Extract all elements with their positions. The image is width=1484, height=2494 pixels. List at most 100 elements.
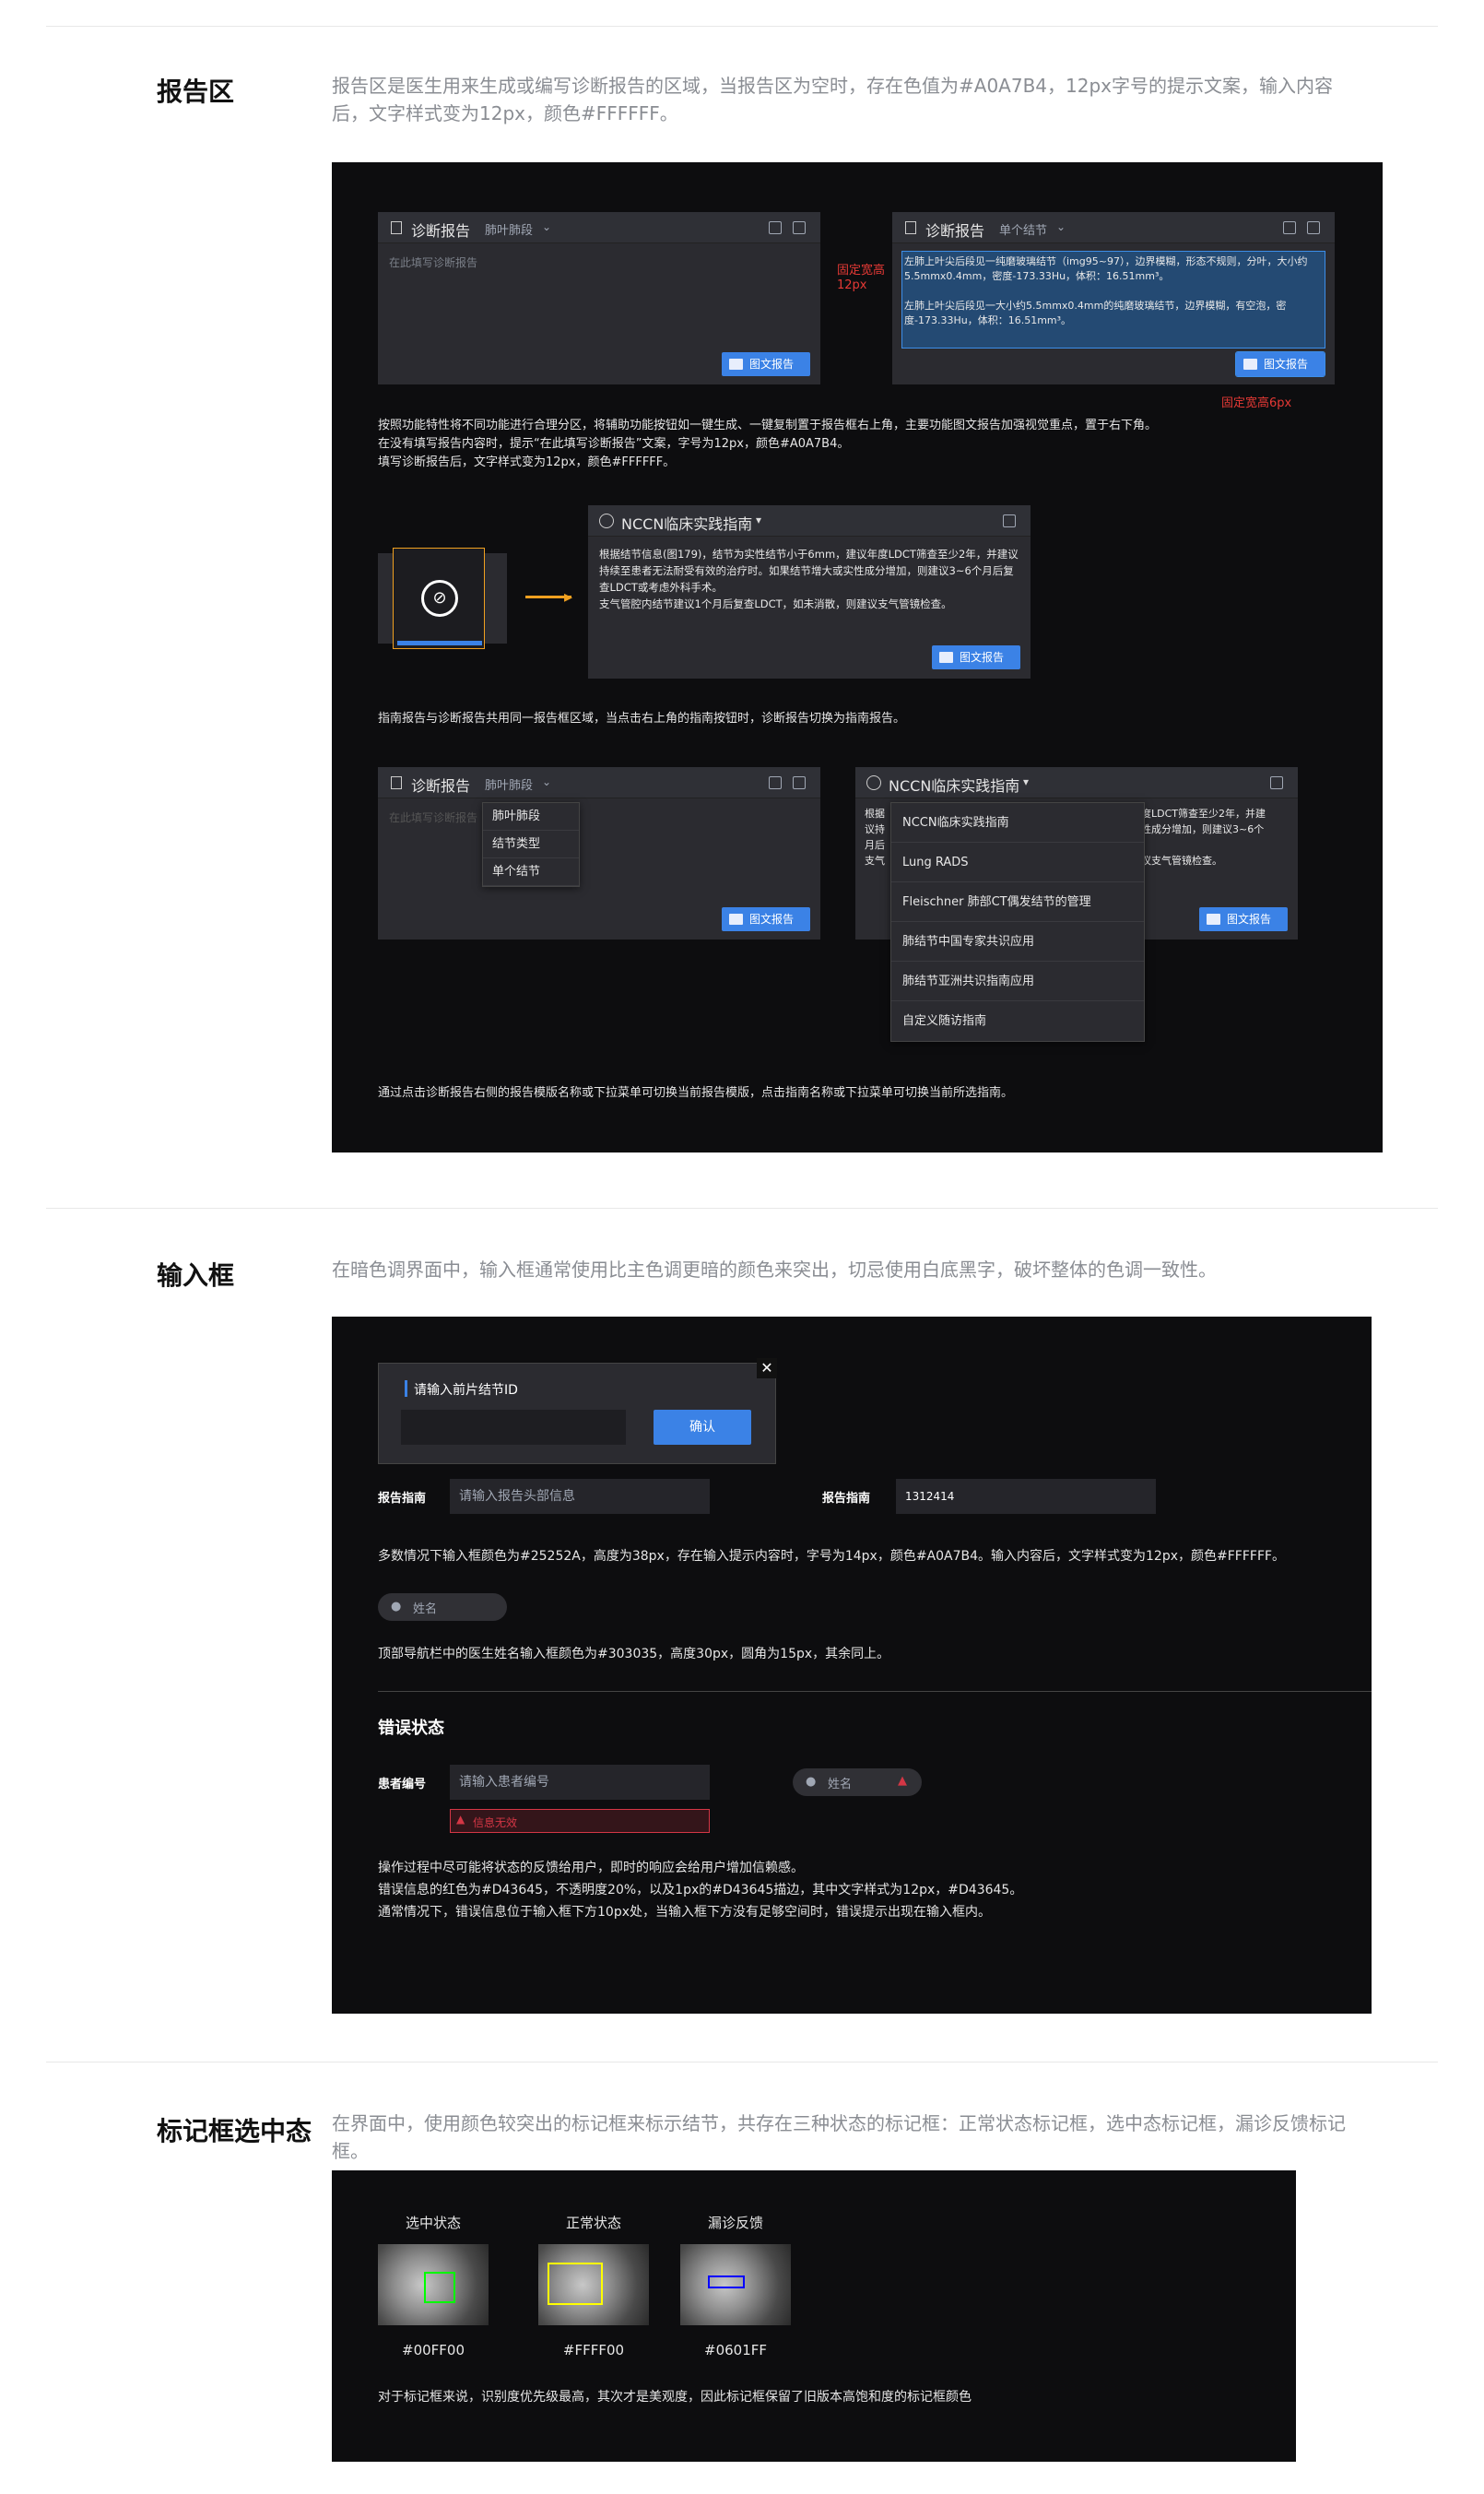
- doctor-name-input-error[interactable]: ● 姓名 ▲: [793, 1768, 922, 1796]
- chevron-down-icon[interactable]: ⌄: [1056, 220, 1066, 233]
- panel-header: NCCN临床实践指南 ▾: [588, 505, 1031, 537]
- id-input[interactable]: [401, 1410, 626, 1445]
- panel-title: 诊断报告: [925, 222, 985, 240]
- report-header-input-filled[interactable]: 1312414: [896, 1479, 1156, 1514]
- marker-box-selected[interactable]: [424, 2272, 455, 2303]
- annotation-fixed: 固定宽高: [837, 264, 886, 278]
- color-code: #FFFF00: [562, 2342, 625, 2358]
- color-code: #0601FF: [704, 2342, 767, 2358]
- section-title-input: 输入框: [157, 1260, 235, 1291]
- marker-box-missed[interactable]: [708, 2275, 745, 2288]
- warning-icon: ▲: [898, 1774, 907, 1788]
- label-accent: [405, 1380, 407, 1397]
- chevron-down-icon[interactable]: ⌄: [542, 775, 551, 788]
- copy-icon[interactable]: [1307, 221, 1320, 234]
- guide-text-partial: 根据 议持 月后 支气: [865, 808, 885, 867]
- menu-item[interactable]: 肺叶肺段: [483, 803, 579, 831]
- template-dropdown-menu: 肺叶肺段 结节类型 单个结节: [482, 802, 580, 887]
- document-icon: [391, 776, 402, 789]
- guide-button[interactable]: ⊘: [393, 548, 485, 649]
- arrow-head: ▸: [564, 587, 573, 607]
- report-placeholder[interactable]: 在此填写诊断报告: [389, 254, 477, 270]
- doctor-name-input[interactable]: ● 姓名: [378, 1593, 507, 1621]
- field-label: 患者编号: [378, 1778, 427, 1791]
- section-desc-marker: 在界面中，使用颜色较突出的标记框来标示结节，共存在三种状态的标记框：正常状态标记…: [332, 2112, 1346, 2162]
- document-icon: [391, 221, 402, 234]
- guide-title[interactable]: NCCN临床实践指南: [889, 774, 1019, 796]
- report-placeholder[interactable]: 在此填写诊断报告: [389, 810, 477, 825]
- panel-title: 诊断报告: [411, 222, 471, 240]
- warning-icon: ▲: [456, 1813, 465, 1826]
- error-message: ▲ 信息无效: [450, 1809, 710, 1833]
- document-icon: [905, 221, 916, 234]
- note-error: 操作过程中尽可能将状态的反馈给用户，即时的响应会给用户增加信赖感。 错误信息的红…: [378, 1861, 1023, 1920]
- copy-icon[interactable]: [793, 776, 806, 789]
- copy-icon[interactable]: [793, 221, 806, 234]
- image-report-button[interactable]: 图文报告: [1199, 907, 1288, 931]
- report-text-area[interactable]: 左肺上叶尖后段见一纯磨玻璃结节（img95~97），边界模糊，形态不规则，分叶，…: [901, 251, 1325, 349]
- dialog-label: 请输入前片结节ID: [414, 1383, 518, 1398]
- generate-icon[interactable]: [769, 776, 782, 789]
- section-desc-report: 报告区是医生用来生成或编写诊断报告的区域，当报告区为空时，存在色值为#A0A7B…: [332, 75, 1333, 124]
- guide-text: 根据结节信息(图179)，结节为实性结节小于6mm，建议年度LDCT筛查至少2年…: [599, 548, 1019, 610]
- marker-label: 选中状态: [405, 2215, 461, 2231]
- image-report-button[interactable]: 图文报告: [722, 907, 810, 931]
- divider: [46, 26, 1438, 27]
- panel-header: NCCN临床实践指南 ▾: [855, 767, 1298, 798]
- template-selector[interactable]: 肺叶肺段: [485, 220, 533, 238]
- confirm-button[interactable]: 确认: [654, 1410, 751, 1445]
- note-switch: 通过点击诊断报告右侧的报告模版名称或下拉菜单可切换当前报告模版，点击指南名称或下…: [378, 1086, 1014, 1100]
- menu-item[interactable]: 肺结节中国专家共识应用: [891, 922, 1144, 962]
- close-icon[interactable]: ✕: [757, 1358, 777, 1378]
- generate-icon[interactable]: [1283, 221, 1296, 234]
- note-input: 多数情况下输入框颜色为#25252A，高度为38px，存在输入提示内容时，字号为…: [378, 1549, 1286, 1564]
- image-report-button[interactable]: 图文报告: [1235, 351, 1325, 377]
- note-marker: 对于标记框来说，识别度优先级最高，其次才是美观度，因此标记框保留了旧版本高饱和度…: [378, 2390, 972, 2405]
- menu-item[interactable]: 结节类型: [483, 831, 579, 858]
- annotation-12px: 12px: [837, 278, 867, 292]
- note-layout: 按照功能特性将不同功能进行合理分区，将辅助功能按钮如一键生成、一键复制置于报告框…: [378, 419, 1158, 469]
- section-title-marker: 标记框选中态: [157, 2116, 312, 2146]
- image-report-button[interactable]: 图文报告: [722, 352, 810, 376]
- caret-down-icon[interactable]: ▾: [1023, 775, 1029, 788]
- menu-item[interactable]: 肺结节亚洲共识指南应用: [891, 962, 1144, 1001]
- template-selector[interactable]: 肺叶肺段: [485, 775, 533, 793]
- ct-thumbnail: [680, 2244, 791, 2325]
- field-label: 报告指南: [378, 1492, 427, 1506]
- guide-dropdown-menu: NCCN临床实践指南 Lung RADS Fleischner 肺部CT偶发结节…: [890, 802, 1145, 1042]
- input-demo-canvas: 请输入前片结节ID 确认 ✕ 报告指南 请输入报告头部信息 报告指南 13124…: [332, 1317, 1372, 2014]
- compass-icon: [599, 514, 614, 528]
- report-header-input[interactable]: 请输入报告头部信息: [450, 1479, 710, 1514]
- chevron-down-icon[interactable]: ⌄: [542, 220, 551, 233]
- annotation-6px: 固定宽高6px: [1221, 396, 1292, 410]
- copy-icon[interactable]: [1003, 514, 1016, 527]
- caret-down-icon[interactable]: ▾: [756, 514, 761, 526]
- report-panel-filled: 诊断报告 单个结节 ⌄ 左肺上叶尖后段见一纯磨玻璃结节（img95~97），边界…: [892, 212, 1335, 384]
- generate-icon[interactable]: [769, 221, 782, 234]
- marker-label: 正常状态: [565, 2215, 621, 2231]
- copy-icon[interactable]: [1270, 776, 1283, 789]
- menu-item[interactable]: 自定义随访指南: [891, 1001, 1144, 1041]
- color-code: #00FF00: [402, 2342, 465, 2358]
- menu-item[interactable]: 单个结节: [483, 858, 579, 886]
- field-label: 报告指南: [822, 1492, 871, 1506]
- user-icon: ●: [806, 1775, 817, 1789]
- patient-id-input[interactable]: 请输入患者编号: [450, 1765, 710, 1800]
- guide-panel: NCCN临床实践指南 ▾ 根据结节信息(图179)，结节为实性结节小于6mm，建…: [588, 505, 1031, 679]
- marker-label: 漏诊反馈: [707, 2215, 763, 2231]
- panel-title: 诊断报告: [411, 777, 471, 795]
- menu-item[interactable]: NCCN临床实践指南: [891, 803, 1144, 843]
- guide-title[interactable]: NCCN临床实践指南: [621, 512, 752, 534]
- compass-icon: [866, 775, 881, 790]
- template-selector[interactable]: 单个结节: [999, 220, 1047, 238]
- user-icon: ●: [391, 1600, 402, 1613]
- guide-text-partial: 度LDCT筛查至少2年，并建 性成分增加，则建议3~6个 议支气管镜检查。: [1141, 808, 1266, 867]
- marker-box-normal[interactable]: [548, 2263, 603, 2305]
- menu-item[interactable]: Fleischner 肺部CT偶发结节的管理: [891, 882, 1144, 922]
- image-icon: [729, 914, 743, 925]
- image-report-button[interactable]: 图文报告: [932, 645, 1020, 669]
- image-icon: [939, 652, 953, 663]
- menu-item[interactable]: Lung RADS: [891, 843, 1144, 882]
- divider: [378, 1691, 1372, 1692]
- panel-header: 诊断报告 单个结节 ⌄: [892, 212, 1335, 243]
